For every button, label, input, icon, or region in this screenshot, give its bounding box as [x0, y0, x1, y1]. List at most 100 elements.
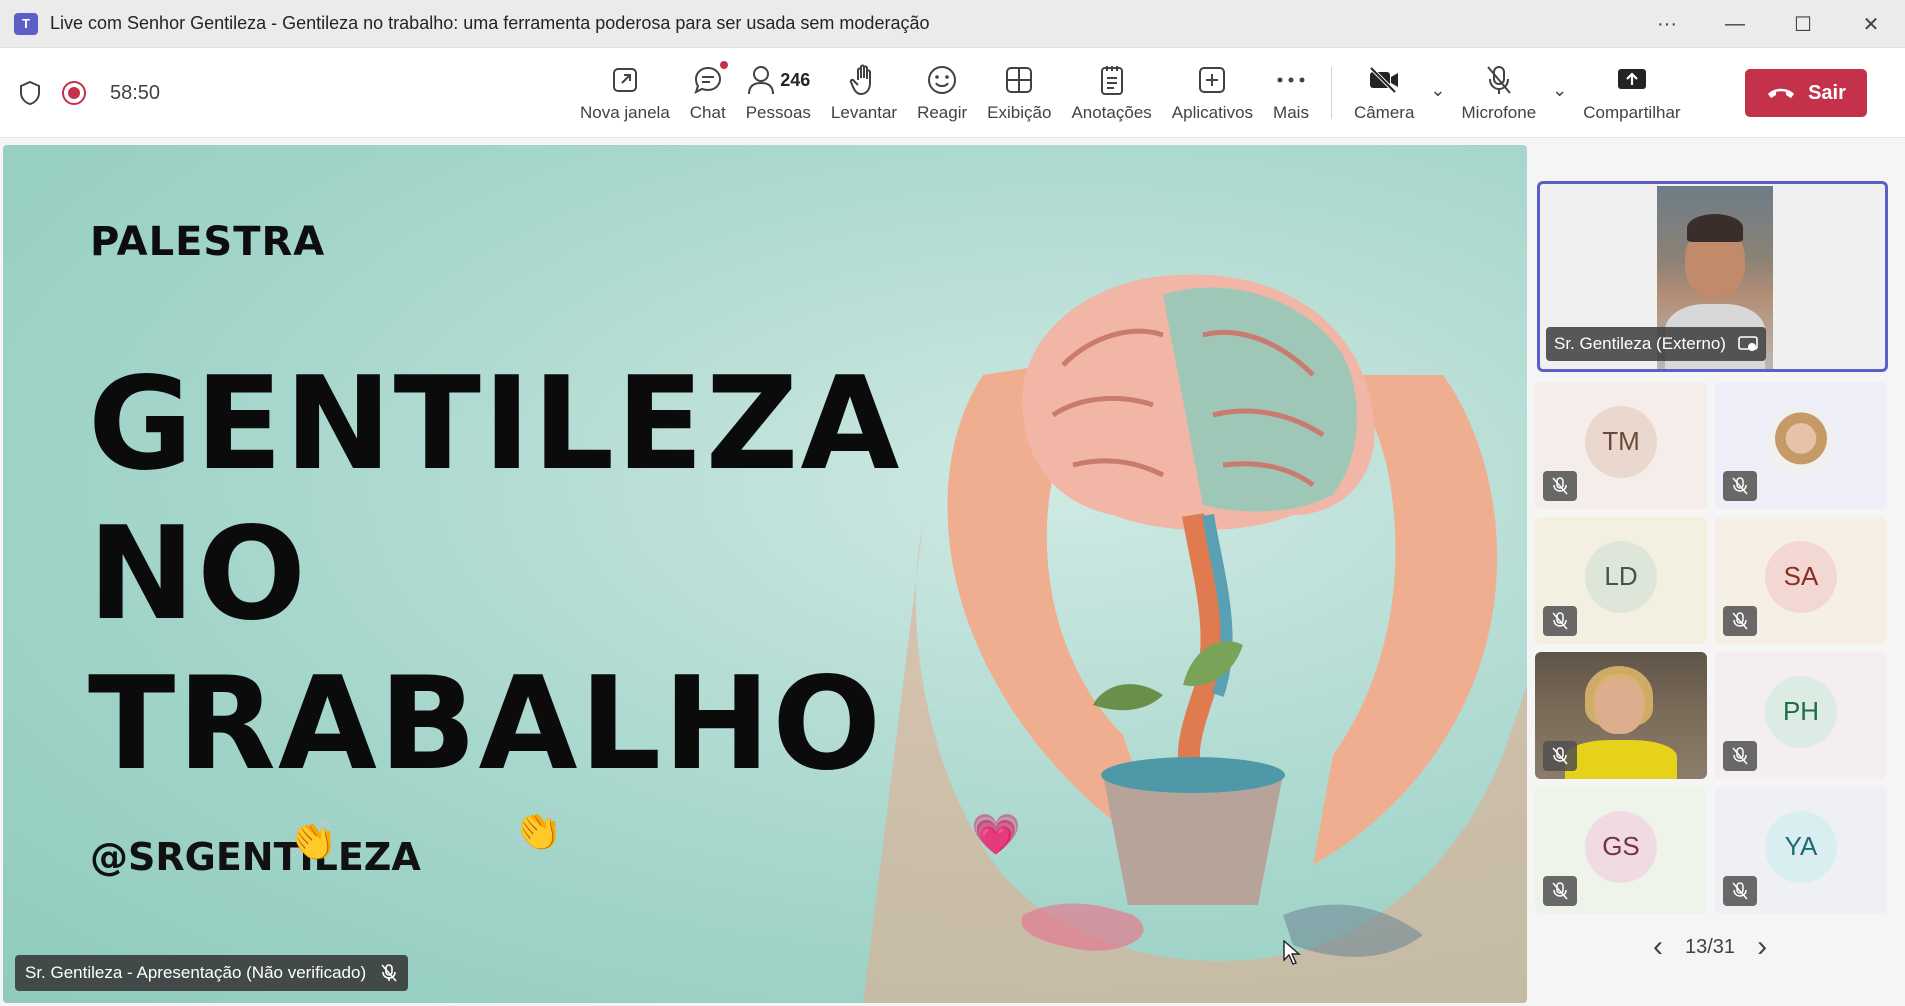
screen-share-status-icon: [1738, 336, 1758, 351]
clap-reaction-icon: 👏: [513, 809, 563, 853]
view-button[interactable]: Exibição: [977, 48, 1061, 138]
mic-options-chevron-icon[interactable]: ⌄: [1546, 80, 1573, 101]
notes-icon: [1100, 66, 1123, 95]
mic-off-icon: [1487, 66, 1511, 94]
view-label: Exibição: [987, 103, 1052, 122]
next-page-icon[interactable]: ›: [1757, 930, 1767, 964]
heart-reaction-icon: 💗: [971, 813, 1021, 857]
teams-logo-icon: T: [14, 12, 38, 35]
react-label: Reagir: [917, 103, 968, 122]
page-indicator: 13/31: [1685, 935, 1736, 958]
participant-tile[interactable]: [1715, 382, 1887, 509]
chat-label: Chat: [689, 103, 726, 122]
notes-label: Anotações: [1071, 103, 1152, 122]
presenter-name: Sr. Gentileza - Apresentação (Não verifi…: [25, 963, 367, 982]
slide-handle: @SRGENTILEZA: [90, 835, 421, 879]
mouse-cursor-icon: [1283, 940, 1301, 965]
participant-avatar: GS: [1585, 810, 1657, 883]
add-app-icon: [1199, 67, 1226, 93]
meeting-timer: 58:50: [110, 81, 161, 104]
slide-title-line: TRABALHO: [88, 650, 884, 799]
raise-hand-button[interactable]: Levantar: [821, 48, 907, 138]
apps-label: Aplicativos: [1171, 103, 1254, 122]
mic-off-icon: [1723, 471, 1757, 501]
close-button[interactable]: ✕: [1837, 0, 1905, 48]
emoji-icon: [928, 66, 957, 94]
gallery-pager: ‹ 13/31 ›: [1653, 930, 1767, 964]
share-label: Compartilhar: [1583, 103, 1681, 122]
participant-tile[interactable]: YA: [1715, 787, 1887, 914]
participant-avatar: TM: [1585, 405, 1657, 478]
participant-tile[interactable]: GS: [1535, 787, 1707, 914]
clap-reaction-icon: 👏: [288, 819, 338, 863]
recording-icon: [62, 81, 86, 105]
camera-label: Câmera: [1353, 103, 1415, 122]
mic-off-icon: [1543, 741, 1577, 771]
participant-avatar: SA: [1765, 540, 1837, 613]
participant-photo-avatar: [1765, 405, 1837, 478]
participant-video-tile[interactable]: [1535, 652, 1707, 779]
apps-button[interactable]: Aplicativos: [1162, 48, 1263, 138]
raise-hand-label: Levantar: [830, 103, 898, 122]
microphone-button[interactable]: Microfone: [1452, 48, 1547, 138]
mic-off-icon: [1543, 606, 1577, 636]
toolbar-divider: [1330, 67, 1332, 119]
title-bar: T Live com Senhor Gentileza - Gentileza …: [0, 0, 1905, 48]
shield-icon[interactable]: [18, 80, 42, 106]
previous-page-icon[interactable]: ‹: [1653, 930, 1663, 964]
featured-participant-name: Sr. Gentileza (Externo): [1554, 334, 1726, 353]
toolbar-actions: Nova janela Chat 246 Pessoas Levantar Re…: [570, 48, 1691, 138]
brain-in-hands-illustration: [863, 274, 1527, 1003]
ellipsis-icon: [1277, 77, 1305, 83]
participant-tile[interactable]: TM: [1535, 382, 1707, 509]
more-label: Mais: [1273, 103, 1309, 122]
participant-avatar: LD: [1585, 540, 1657, 613]
new-window-button[interactable]: Nova janela: [570, 48, 680, 138]
chat-icon: [694, 66, 721, 94]
window-title: Live com Senhor Gentileza - Gentileza no…: [50, 13, 930, 33]
participant-avatar: YA: [1765, 810, 1837, 883]
participant-tile[interactable]: LD: [1535, 517, 1707, 644]
minimize-button[interactable]: —: [1701, 0, 1769, 48]
leave-label: Sair: [1808, 81, 1846, 104]
mic-off-icon: [381, 964, 397, 982]
meeting-status: 58:50: [18, 48, 160, 138]
featured-participant-tile[interactable]: Sr. Gentileza (Externo): [1537, 181, 1888, 372]
people-label: Pessoas: [745, 103, 811, 122]
people-icon: [748, 66, 775, 95]
grid-view-icon: [1006, 67, 1033, 93]
share-button[interactable]: Compartilhar: [1573, 48, 1690, 138]
mic-off-icon: [1723, 741, 1757, 771]
presenter-name-tag: Sr. Gentileza - Apresentação (Não verifi…: [15, 955, 409, 991]
share-screen-icon: [1617, 69, 1646, 89]
more-options-button[interactable]: ···: [1633, 0, 1701, 48]
react-button[interactable]: Reagir: [907, 48, 977, 138]
participant-tile[interactable]: PH: [1715, 652, 1887, 779]
camera-off-icon: [1369, 66, 1399, 94]
microphone-label: Microfone: [1461, 103, 1537, 122]
camera-button[interactable]: Câmera: [1344, 48, 1424, 138]
people-button[interactable]: 246 Pessoas: [736, 48, 821, 138]
slide-title-line: NO: [88, 500, 308, 649]
mic-off-icon: [1723, 876, 1757, 906]
shared-content-stage: PALESTRA GENTILEZA NO TRABALHO @SRGENTIL…: [3, 145, 1527, 1003]
camera-options-chevron-icon[interactable]: ⌄: [1424, 80, 1451, 101]
notes-button[interactable]: Anotações: [1061, 48, 1161, 138]
mic-off-icon: [1543, 471, 1577, 501]
slide-kicker: PALESTRA: [90, 219, 326, 265]
leave-button[interactable]: Sair: [1745, 69, 1867, 117]
chat-button[interactable]: Chat: [680, 48, 736, 138]
popout-icon: [612, 68, 637, 92]
participants-gallery: Sr. Gentileza (Externo) TM LD SA PH GS Y…: [1533, 145, 1905, 1003]
hang-up-icon: [1768, 88, 1795, 98]
participant-avatar: PH: [1765, 675, 1837, 748]
people-count: 246: [780, 69, 811, 90]
new-window-label: Nova janela: [580, 103, 670, 122]
maximize-button[interactable]: ☐: [1769, 0, 1837, 48]
featured-participant-name-tag: Sr. Gentileza (Externo): [1546, 327, 1766, 361]
slide-title-line: GENTILEZA: [88, 350, 902, 499]
mic-off-icon: [1543, 876, 1577, 906]
more-button[interactable]: Mais: [1263, 48, 1319, 138]
participant-tile[interactable]: SA: [1715, 517, 1887, 644]
window-controls: ··· — ☐ ✕: [1633, 0, 1905, 48]
